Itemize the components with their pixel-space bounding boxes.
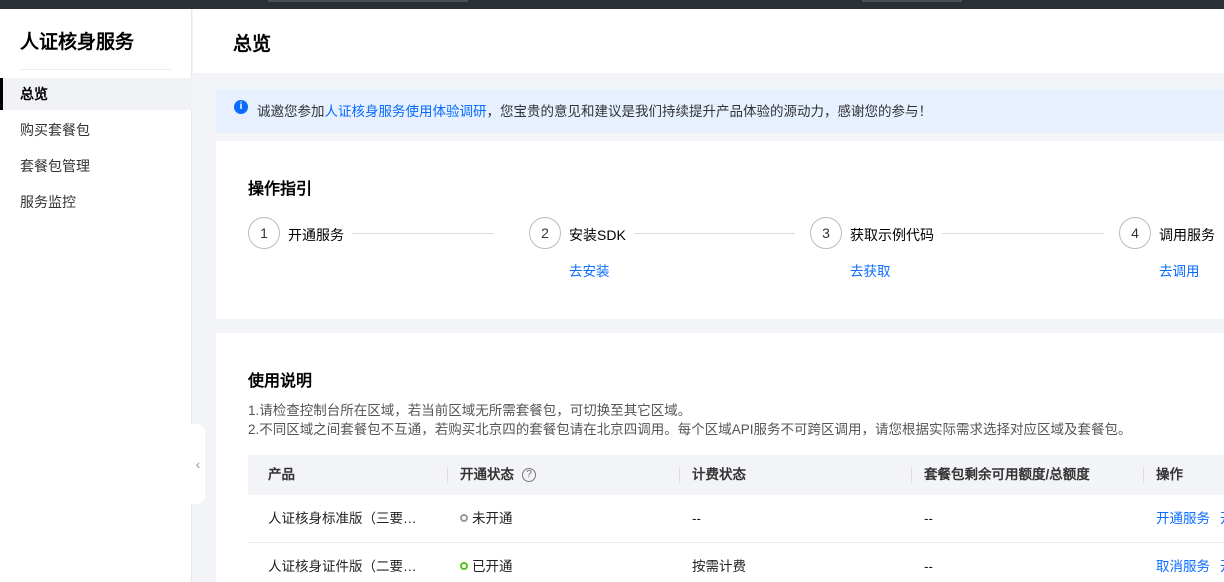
step-connector [352, 233, 494, 234]
usage-title: 使用说明 [248, 373, 313, 390]
quota-value: -- [924, 511, 933, 526]
step-2-label: 安装SDK [569, 227, 626, 243]
step-connector [634, 233, 795, 234]
get-sample-code-link[interactable]: 去获取 [850, 260, 891, 280]
install-sdk-link[interactable]: 去安装 [569, 260, 610, 280]
product-name: 人证核身标准版（三要… [268, 511, 417, 526]
sidebar-item-service-monitor[interactable]: 服务监控 [0, 186, 192, 218]
open-status-label: 未开通 [472, 511, 513, 526]
notice-prefix: 诚邀您参加 [257, 104, 325, 119]
column-product: 产品 [268, 467, 295, 482]
column-separator [911, 467, 912, 483]
table-header: 产品 开通状态? 计费状态 套餐包剩余可用额度/总额度 操作 [248, 455, 1224, 495]
row-secondary-action[interactable]: 开 [1220, 543, 1224, 582]
sidebar-divider [20, 69, 171, 70]
step-1-number: 1 [248, 217, 280, 249]
column-open-status: 开通状态? [460, 455, 536, 495]
step-connector [942, 233, 1104, 234]
column-separator [679, 467, 680, 483]
product-name: 人证核身证件版（二要… [268, 559, 417, 574]
help-icon[interactable]: ? [522, 468, 536, 483]
page-title: 总览 [233, 34, 272, 55]
step-4-label: 调用服务 [1159, 227, 1215, 243]
open-status: 已开通 [460, 543, 513, 582]
cancel-service-button[interactable]: 取消服务 [1156, 543, 1210, 582]
step-3-label: 获取示例代码 [850, 227, 934, 243]
open-service-button[interactable]: 开通服务 [1156, 495, 1210, 543]
quota-value: -- [924, 559, 933, 574]
sidebar-item-overview[interactable]: 总览 [0, 78, 192, 110]
page-header: 总览 [193, 9, 1224, 73]
survey-link[interactable]: 人证核身服务使用体验调研 [325, 104, 487, 119]
column-separator [447, 467, 448, 483]
sidebar-item-buy-package[interactable]: 购买套餐包 [0, 114, 192, 146]
guide-title: 操作指引 [248, 181, 313, 198]
notice-suffix: ，您宝贵的意见和建议是我们持续提升产品体验的源动力，感谢您的参与！ [486, 104, 933, 119]
info-icon: i [234, 100, 248, 114]
call-service-link[interactable]: 去调用 [1159, 260, 1200, 280]
sidebar-item-package-management[interactable]: 套餐包管理 [0, 150, 192, 182]
status-dot [460, 562, 468, 571]
column-quota: 套餐包剩余可用额度/总额度 [924, 467, 1090, 482]
operation-guide-card: 操作指引 1 开通服务 2 安装SDK 去安装 3 获取示例代码 去获取 4 调… [216, 141, 1224, 319]
open-status: 未开通 [460, 495, 513, 543]
sidebar-collapse-chevron-icon[interactable]: ‹ [191, 424, 205, 504]
status-dot [460, 514, 468, 523]
step-1-label: 开通服务 [288, 227, 344, 243]
survey-notice: i 诚邀您参加人证核身服务使用体验调研，您宝贵的意见和建议是我们持续提升产品体验… [216, 89, 1224, 133]
step-3-number: 3 [810, 217, 842, 249]
step-4-number: 4 [1119, 217, 1151, 249]
column-billing-status: 计费状态 [692, 467, 746, 482]
table-row: 人证核身标准版（三要… 未开通 -- -- 开通服务 开 [248, 495, 1224, 543]
billing-status: -- [692, 511, 701, 526]
column-action: 操作 [1156, 467, 1183, 482]
billing-status: 按需计费 [692, 559, 746, 574]
app-title: 人证核身服务 [20, 32, 135, 53]
step-2-number: 2 [529, 217, 561, 249]
column-open-status-label: 开通状态 [460, 467, 514, 482]
row-secondary-action[interactable]: 开 [1220, 495, 1224, 543]
table-row: 人证核身证件版（二要… 已开通 按需计费 -- 取消服务 开 [248, 543, 1224, 582]
column-separator [1143, 467, 1144, 483]
sidebar: 人证核身服务 总览 购买套餐包 套餐包管理 服务监控 [0, 9, 192, 582]
open-status-label: 已开通 [472, 559, 513, 574]
usage-instructions-card: 使用说明 1.请检查控制台所在区域，若当前区域无所需套餐包，可切换至其它区域。 … [216, 333, 1224, 582]
usage-line-1: 1.请检查控制台所在区域，若当前区域无所需套餐包，可切换至其它区域。 [248, 403, 692, 418]
usage-line-2: 2.不同区域之间套餐包不互通，若购买北京四的套餐包请在北京四调用。每个区域API… [248, 422, 1132, 437]
browser-top-bar [0, 0, 1224, 9]
notice-text: 诚邀您参加人证核身服务使用体验调研，您宝贵的意见和建议是我们持续提升产品体验的源… [257, 100, 932, 120]
